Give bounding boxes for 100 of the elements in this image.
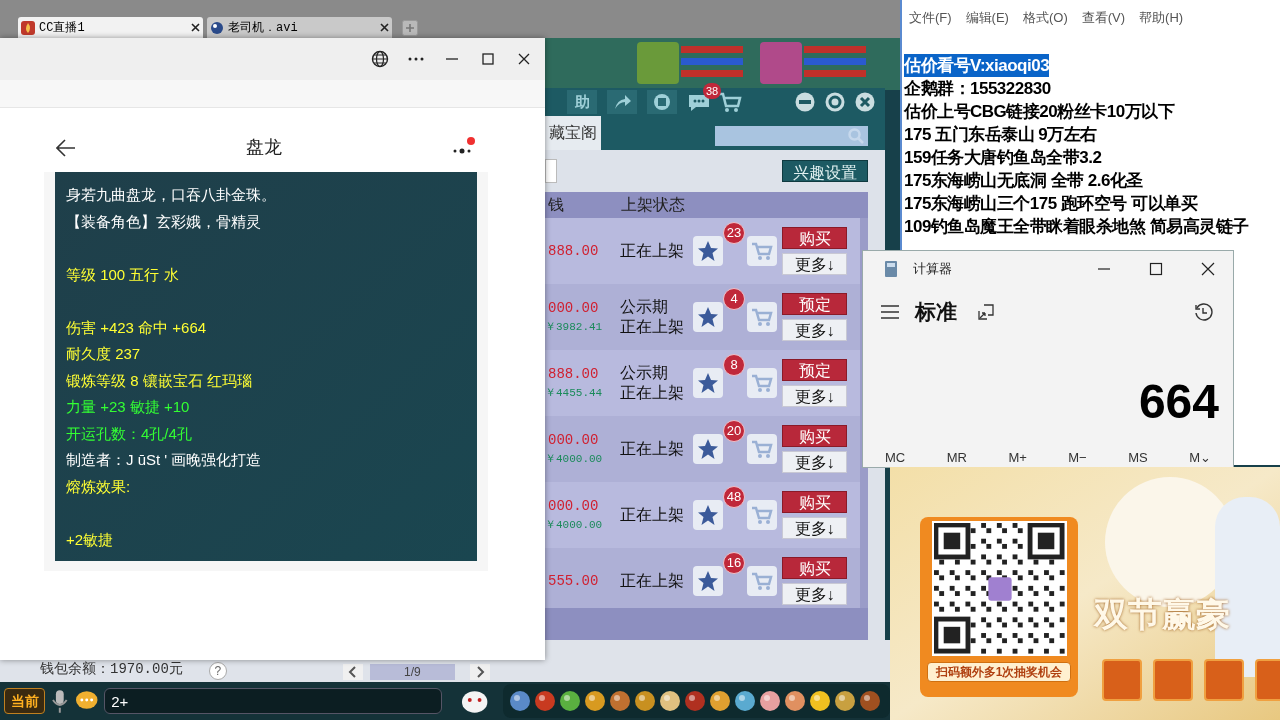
price-text: ￥4455.44	[545, 386, 604, 402]
favorite-button[interactable]	[693, 236, 723, 266]
game-shortcut-icon[interactable]	[834, 690, 857, 712]
status-text: 正在上架	[620, 383, 685, 403]
microphone-icon[interactable]	[51, 688, 69, 714]
listing-row[interactable]: 000.00 ￥4000.00 正在上架 20 购买 更多↓	[545, 416, 860, 482]
favorite-button[interactable]	[693, 368, 723, 398]
next-page-icon[interactable]	[469, 664, 490, 680]
memory-button[interactable]: M+	[1008, 447, 1027, 467]
maximize-icon[interactable]	[1149, 262, 1163, 276]
memory-button[interactable]: MC	[885, 447, 906, 467]
game-shortcut-icon[interactable]	[634, 690, 657, 712]
more-button[interactable]: 更多↓	[782, 517, 847, 539]
price-text: 888.00	[548, 365, 600, 385]
game-shortcut-icon[interactable]	[534, 690, 557, 712]
star-icon	[697, 306, 719, 328]
game-shortcut-icon[interactable]	[684, 690, 707, 712]
game-shortcut-icon[interactable]	[559, 690, 582, 712]
favorite-button[interactable]	[693, 500, 723, 530]
keep-on-top-icon[interactable]	[977, 303, 995, 321]
memory-button[interactable]: MR	[946, 447, 967, 467]
message-count-badge: 38	[703, 83, 722, 99]
price-text: 888.00	[548, 241, 600, 261]
settings-icon[interactable]	[825, 92, 845, 112]
window-title: 计算器	[913, 260, 953, 279]
memory-button[interactable]: MS	[1128, 447, 1148, 467]
listing-row[interactable]: 000.00 ￥3982.41 公示期 正在上架 4 预定 更多↓	[545, 284, 860, 350]
help-button[interactable]: ?	[208, 662, 227, 680]
close-icon[interactable]	[191, 23, 200, 32]
menu-item[interactable]: 文件(F)	[909, 8, 952, 28]
description-line: 伤害 +423 命中 +664	[66, 317, 208, 338]
help-button[interactable]: 助	[567, 90, 597, 114]
buy-button[interactable]: 购买	[782, 227, 847, 249]
page-title: 盘龙	[245, 136, 283, 159]
price-text: 000.00	[548, 299, 600, 319]
channel-button[interactable]: 当前	[4, 688, 46, 714]
menu-item[interactable]: 编辑(E)	[965, 8, 1009, 28]
listing-row[interactable]: 888.00 ￥4455.44 公示期 正在上架 8 预定 更多↓	[545, 350, 860, 416]
page-indicator: 1/9	[369, 664, 455, 680]
wallet-balance-text: 钱包余额：1970.00元	[40, 660, 183, 679]
more-button[interactable]: 更多↓	[782, 385, 847, 407]
favorite-button[interactable]	[693, 434, 723, 464]
globe-icon	[210, 20, 224, 35]
game-shortcut-icon[interactable]	[709, 690, 732, 712]
game-shortcut-icon[interactable]	[859, 690, 882, 712]
interest-settings-button[interactable]: 兴趣设置	[782, 160, 868, 182]
status-text: 公示期	[620, 297, 669, 317]
game-shortcut-icon[interactable]	[609, 690, 632, 712]
memory-button[interactable]: M−	[1068, 447, 1087, 467]
minimize-icon[interactable]	[795, 92, 815, 112]
game-shortcut-icon[interactable]	[734, 690, 757, 712]
market-tab[interactable]: 藏宝阁	[545, 116, 601, 150]
menu-icon[interactable]	[881, 305, 899, 319]
more-button[interactable]: 更多↓	[782, 319, 847, 341]
star-icon	[697, 240, 719, 262]
buy-button[interactable]: 预定	[782, 359, 847, 381]
description-line: +2敏捷	[66, 529, 115, 550]
speech-bubble-icon[interactable]	[74, 690, 99, 712]
game-shortcut-icon[interactable]	[759, 690, 782, 712]
favorite-button[interactable]	[693, 566, 723, 596]
history-icon[interactable]	[1193, 302, 1213, 322]
cart-icon	[751, 307, 773, 327]
price-text: 000.00	[548, 431, 600, 451]
browser-tab[interactable]: 老司机．avi	[207, 17, 392, 38]
memory-button[interactable]: M⌄	[1189, 447, 1211, 467]
close-icon[interactable]	[1201, 262, 1215, 276]
stop-icon[interactable]	[647, 90, 677, 114]
previous-page-icon[interactable]	[342, 664, 363, 680]
description-line: 力量 +23 敏捷 +10	[66, 397, 191, 417]
star-icon	[697, 504, 719, 526]
more-button[interactable]: 更多↓	[782, 451, 847, 473]
menu-item[interactable]: 帮助(H)	[1139, 8, 1184, 28]
share-icon[interactable]	[607, 90, 637, 114]
search-field[interactable]	[715, 126, 868, 146]
browser-tab[interactable]: CC直播1	[18, 17, 203, 38]
back-arrow-icon[interactable]	[56, 138, 76, 157]
game-shortcut-icon[interactable]	[659, 690, 682, 712]
buy-button[interactable]: 购买	[782, 425, 847, 447]
buy-button[interactable]: 购买	[782, 557, 847, 579]
game-shortcut-icon[interactable]	[784, 690, 807, 712]
filter-field[interactable]	[545, 159, 557, 183]
description-line: 等级 100 五行 水	[66, 264, 180, 285]
listing-row[interactable]: 888.00 正在上架 23 购买 更多↓	[545, 218, 860, 284]
listing-row[interactable]: 000.00 ￥4000.00 正在上架 48 购买 更多↓	[545, 482, 860, 548]
buy-button[interactable]: 购买	[782, 491, 847, 513]
listing-row[interactable]: 555.00 正在上架 16 购买 更多↓	[545, 548, 860, 608]
description-line: 开运孔数：4孔/4孔	[66, 423, 193, 444]
close-icon[interactable]	[380, 23, 389, 32]
game-shortcut-icon[interactable]	[509, 690, 532, 712]
menu-item[interactable]: 查看(V)	[1081, 8, 1126, 28]
game-shortcut-icon[interactable]	[584, 690, 607, 712]
favorite-button[interactable]	[693, 302, 723, 332]
menu-item[interactable]: 格式(O)	[1022, 8, 1068, 28]
more-button[interactable]: 更多↓	[782, 583, 847, 605]
game-shortcut-icon[interactable]	[809, 690, 832, 712]
chat-input[interactable]: 2+	[104, 688, 442, 714]
buy-button[interactable]: 预定	[782, 293, 847, 315]
favorite-count-badge: 20	[723, 420, 745, 442]
more-button[interactable]: 更多↓	[782, 253, 847, 275]
globe-icon[interactable]	[371, 50, 389, 68]
